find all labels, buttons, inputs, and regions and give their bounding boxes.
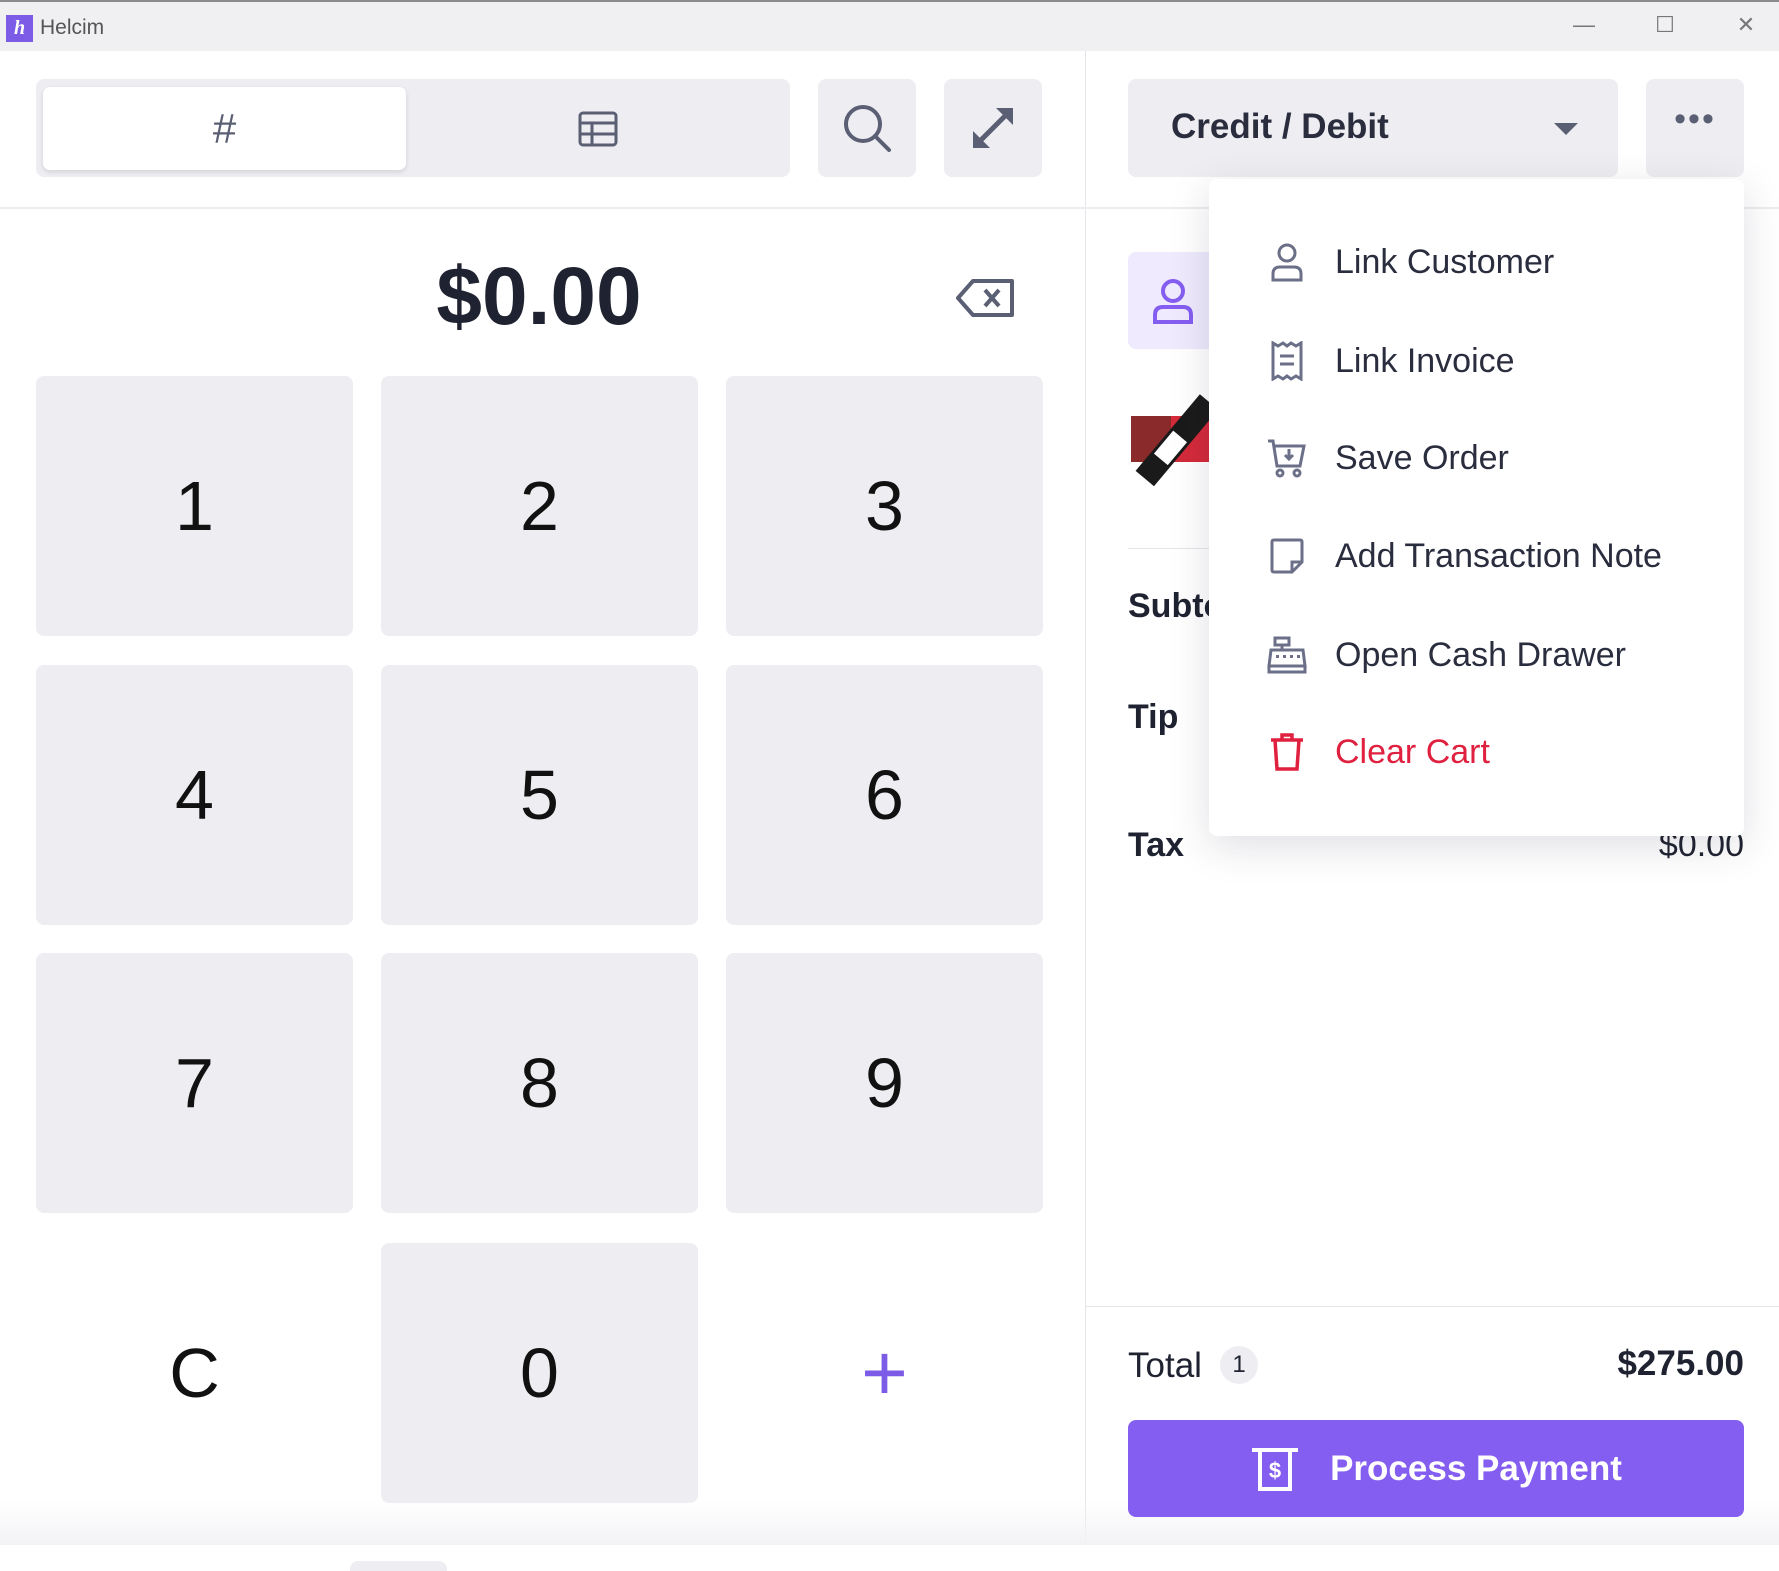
search-button[interactable] bbox=[818, 79, 916, 177]
payment-method-dropdown[interactable]: Credit / Debit bbox=[1128, 79, 1618, 177]
key-8[interactable]: 8 bbox=[381, 953, 698, 1213]
menu-item-open-cash-drawer[interactable]: Open Cash Drawer bbox=[1209, 615, 1744, 695]
receipt-icon bbox=[1271, 341, 1303, 381]
chevron-down-icon bbox=[1554, 123, 1578, 135]
maximize-button[interactable]: ☐ bbox=[1645, 12, 1685, 42]
menu-item-link-invoice[interactable]: Link Invoice bbox=[1209, 321, 1744, 401]
total-value: $275.00 bbox=[1617, 1344, 1744, 1383]
backspace-button[interactable] bbox=[955, 278, 1017, 323]
search-icon bbox=[844, 105, 891, 152]
close-button[interactable]: ✕ bbox=[1726, 12, 1766, 42]
table-icon bbox=[578, 111, 618, 147]
key-3[interactable]: 3 bbox=[726, 376, 1043, 636]
more-options-menu: Link Customer Link Invoice Save Order Ad… bbox=[1209, 179, 1744, 836]
key-2[interactable]: 2 bbox=[381, 376, 698, 636]
payment-icon: $ bbox=[1252, 1447, 1299, 1491]
key-6[interactable]: 6 bbox=[726, 665, 1043, 925]
app-logo: h bbox=[6, 15, 33, 42]
tab-keypad[interactable]: # bbox=[43, 87, 406, 170]
expand-button[interactable] bbox=[944, 79, 1042, 177]
menu-item-save-order[interactable]: Save Order bbox=[1209, 418, 1744, 498]
bottom-bar bbox=[0, 1545, 1779, 1569]
key-4[interactable]: 4 bbox=[36, 665, 353, 925]
trash-icon bbox=[1271, 733, 1303, 771]
menu-item-link-customer[interactable]: Link Customer bbox=[1209, 222, 1744, 302]
link-customer-button[interactable] bbox=[1128, 252, 1218, 349]
cart-icon bbox=[1268, 439, 1306, 478]
item-count-badge: 1 bbox=[1220, 1346, 1258, 1384]
key-5[interactable]: 5 bbox=[381, 665, 698, 925]
bottom-tab[interactable] bbox=[350, 1561, 447, 1571]
key-7[interactable]: 7 bbox=[36, 953, 353, 1213]
backspace-icon bbox=[956, 279, 1014, 317]
amount-display: $0.00 bbox=[436, 251, 642, 342]
tip-label: Tip bbox=[1128, 698, 1179, 736]
cash-register-icon bbox=[1267, 636, 1307, 674]
more-options-button[interactable]: ••• bbox=[1646, 79, 1744, 177]
expand-icon bbox=[973, 108, 1013, 148]
svg-text:$: $ bbox=[1269, 1458, 1281, 1483]
total-label: Total bbox=[1128, 1346, 1202, 1385]
user-icon bbox=[1271, 243, 1303, 282]
key-0[interactable]: 0 bbox=[381, 1243, 698, 1503]
title-bar: h Helcim — ☐ ✕ bbox=[0, 0, 1779, 51]
tab-grid[interactable] bbox=[406, 87, 790, 170]
menu-item-add-transaction-note[interactable]: Add Transaction Note bbox=[1209, 516, 1744, 596]
divider bbox=[1086, 1306, 1779, 1307]
window-title: Helcim bbox=[40, 16, 105, 39]
tax-label: Tax bbox=[1128, 826, 1185, 864]
divider bbox=[0, 207, 1086, 209]
key-9[interactable]: 9 bbox=[726, 953, 1043, 1213]
payment-method-label: Credit / Debit bbox=[1171, 107, 1389, 146]
minimize-button[interactable]: — bbox=[1564, 12, 1604, 42]
key-clear[interactable]: C bbox=[36, 1243, 353, 1503]
process-payment-button[interactable]: $ Process Payment bbox=[1128, 1420, 1744, 1517]
note-icon bbox=[1270, 538, 1304, 574]
menu-item-clear-cart[interactable]: Clear Cart bbox=[1209, 712, 1744, 792]
user-icon bbox=[1153, 278, 1193, 324]
product-image bbox=[1131, 386, 1221, 505]
process-payment-label: Process Payment bbox=[1330, 1448, 1622, 1488]
key-add[interactable]: + bbox=[726, 1243, 1043, 1503]
key-1[interactable]: 1 bbox=[36, 376, 353, 636]
